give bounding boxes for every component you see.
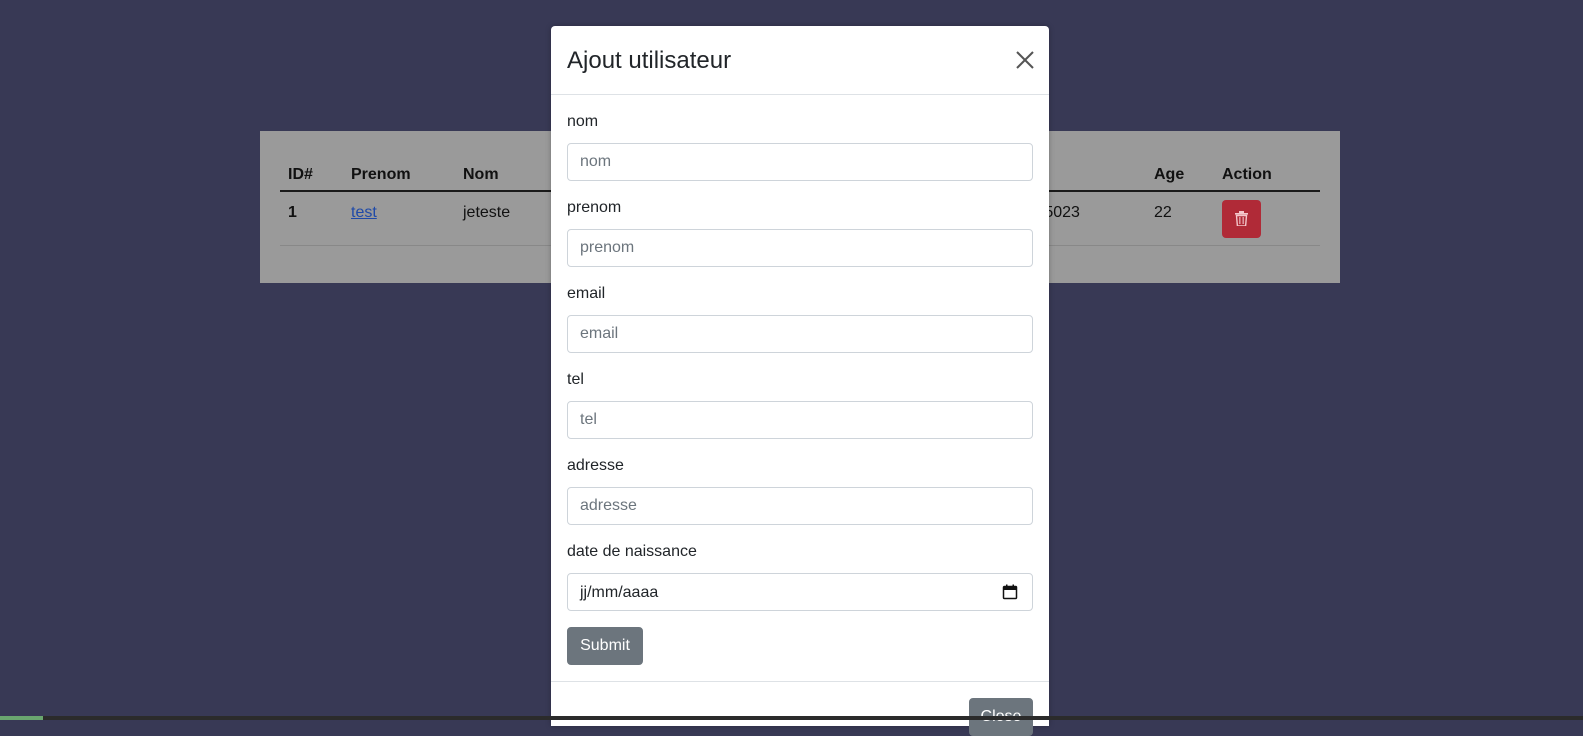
prenom-input[interactable]: [567, 229, 1033, 267]
cell-action: [1214, 191, 1320, 246]
modal-body: nom prenom email tel adresse date de nai…: [551, 95, 1049, 611]
prenom-label: prenom: [567, 199, 622, 216]
modal-header: Ajout utilisateur: [551, 26, 1049, 95]
date-naissance-label: date de naissance: [567, 543, 697, 560]
email-label: email: [567, 285, 606, 302]
form-group-email: email: [567, 267, 1033, 353]
header-age: Age: [1146, 159, 1214, 192]
nom-input[interactable]: [567, 143, 1033, 181]
date-value: jj/mm/aaaa: [580, 584, 659, 601]
form-group-tel: tel: [567, 353, 1033, 439]
header-id: ID#: [280, 159, 343, 192]
trash-icon: [1235, 211, 1248, 226]
form-group-prenom: prenom: [567, 181, 1033, 267]
add-user-modal: Ajout utilisateur nom prenom email tel a…: [551, 26, 1049, 736]
form-group-nom: nom: [567, 95, 1033, 181]
nom-label: nom: [567, 113, 599, 130]
email-input[interactable]: [567, 315, 1033, 353]
delete-button[interactable]: [1222, 200, 1261, 238]
form-group-adresse: adresse: [567, 439, 1033, 525]
calendar-icon[interactable]: [1002, 584, 1018, 605]
tel-input[interactable]: [567, 401, 1033, 439]
modal-title: Ajout utilisateur: [567, 47, 732, 74]
adresse-label: adresse: [567, 457, 624, 474]
modal-footer: Close: [551, 681, 1049, 736]
adresse-input[interactable]: [567, 487, 1033, 525]
date-naissance-input[interactable]: jj/mm/aaaa: [567, 573, 1033, 611]
cell-id: 1: [280, 191, 343, 246]
close-icon[interactable]: [1013, 48, 1037, 72]
prenom-link[interactable]: test: [351, 204, 377, 221]
window-bottom-edge: [0, 716, 1583, 720]
header-action: Action: [1214, 159, 1320, 192]
form-group-date-naissance: date de naissance jj/mm/aaaa: [567, 525, 1033, 611]
taskbar-accent: [0, 716, 43, 720]
header-prenom: Prenom: [343, 159, 455, 192]
cell-prenom: test: [343, 191, 455, 246]
cell-age: 22: [1146, 191, 1214, 246]
tel-label: tel: [567, 371, 584, 388]
submit-button[interactable]: Submit: [567, 627, 643, 665]
